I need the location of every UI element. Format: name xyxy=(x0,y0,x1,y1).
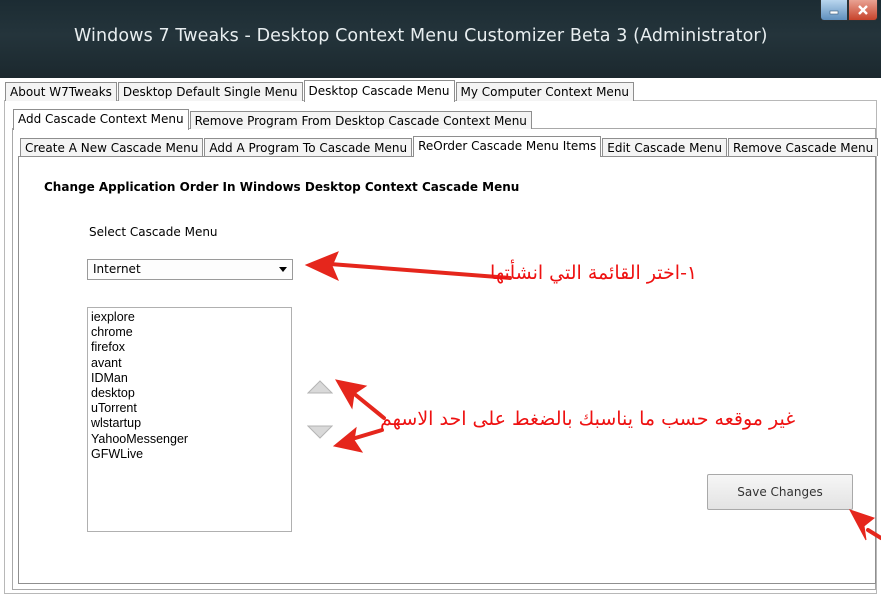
annotation-select-menu: ١-اختر القائمة التي انشأتها xyxy=(490,262,698,284)
annotation-reorder-items: غير موقعه حسب ما يناسبك بالضغط على احد ا… xyxy=(380,408,796,430)
annotation-arrowhead-icon xyxy=(332,426,364,453)
annotation-arrowhead-icon xyxy=(848,509,876,541)
annotation-arrowhead-icon xyxy=(335,379,368,410)
annotation-arrow-icon xyxy=(350,428,384,441)
annotation-arrow-icon xyxy=(328,262,512,280)
annotation-arrow-icon xyxy=(866,528,881,540)
annotation-arrows xyxy=(304,251,881,541)
